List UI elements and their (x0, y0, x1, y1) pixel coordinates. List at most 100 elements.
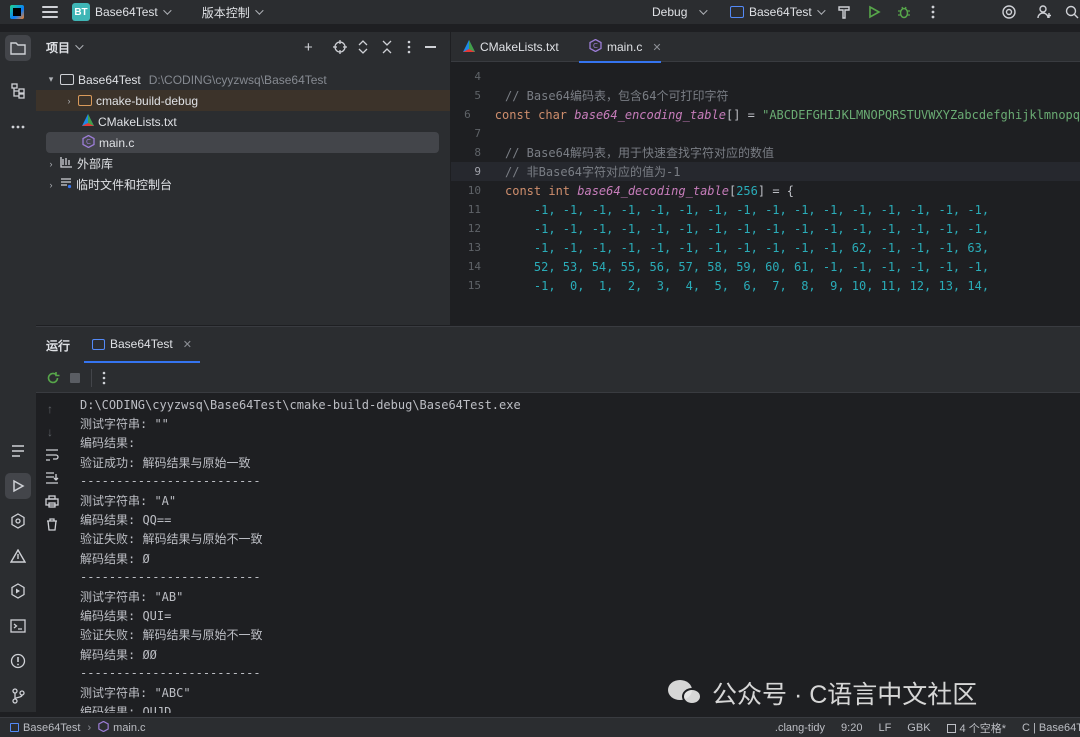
build-hammer-icon[interactable] (836, 4, 852, 20)
collapsed-arrow-icon[interactable]: › (46, 159, 56, 169)
soft-wrap-icon[interactable] (45, 449, 59, 464)
stop-icon[interactable] (70, 373, 80, 383)
tree-item-main-c[interactable]: C main.c (46, 132, 439, 153)
expand-all-icon[interactable] (358, 40, 368, 57)
search-icon[interactable] (1064, 4, 1080, 20)
module-icon (10, 723, 19, 732)
trash-icon[interactable] (46, 518, 58, 534)
caret-position[interactable]: 9:20 (841, 722, 862, 734)
run-tab[interactable]: Base64Test ✕ (84, 327, 200, 363)
code-line: 11 -1, -1, -1, -1, -1, -1, -1, -1, -1, -… (451, 200, 1080, 219)
project-badge[interactable]: BT (72, 3, 90, 21)
ai-assistant-icon[interactable] (1001, 4, 1017, 20)
code-line: 8 // Base64解码表，用于快速查找字符对应的数值 (451, 143, 1080, 162)
wechat-logo-icon (668, 678, 704, 708)
c-file-icon: C (589, 38, 602, 55)
new-file-icon[interactable]: + (304, 39, 313, 56)
run-target-selector[interactable]: Base64Test (730, 0, 826, 24)
git-branch-icon[interactable] (5, 683, 31, 709)
debug-services-icon[interactable] (5, 578, 31, 604)
console-output[interactable]: D:\CODING\cyyzwsq\Base64Test\cmake-build… (80, 394, 1080, 713)
build-config-selector[interactable]: Debug (652, 0, 709, 24)
console-line: 验证失败: 解码结果与原始不一致 (80, 628, 263, 643)
more-actions-icon[interactable] (102, 371, 106, 388)
run-tool-icon[interactable] (5, 473, 31, 499)
more-actions-icon[interactable] (925, 4, 941, 20)
locate-file-icon[interactable] (333, 40, 347, 57)
rerun-icon[interactable] (46, 371, 60, 388)
project-panel-title[interactable]: 项目 (46, 39, 70, 56)
tree-item-cmake-build-debug[interactable]: › cmake-build-debug (36, 90, 450, 111)
tree-item-label: 外部库 (77, 157, 114, 171)
options-icon[interactable] (407, 40, 411, 57)
line-number: 4 (474, 70, 481, 83)
code-area[interactable]: 4 5 // Base64编码表，包含64个可打印字符 6 const char b… (451, 65, 1080, 327)
line-number: 5 (474, 89, 481, 102)
console-line: ------------------------- (80, 474, 261, 489)
services-icon[interactable] (5, 508, 31, 534)
close-icon[interactable]: ✕ (183, 338, 192, 351)
scratches-icon (60, 177, 72, 192)
line-ending[interactable]: LF (878, 722, 891, 734)
problems-icon[interactable] (5, 648, 31, 674)
status-bar-widgets: .clang-tidy 9:20 LF GBK 4 个空格* C | Base6… (775, 718, 1080, 737)
watermark-text: 公众号 · C语言中文社区 (712, 681, 978, 709)
add-user-icon[interactable] (1037, 4, 1053, 20)
collapsed-arrow-icon[interactable]: › (46, 180, 56, 190)
console-line: 测试字符串: "AB" (80, 589, 184, 604)
code-comment: // 非Base64字符对应的值为-1 (505, 165, 681, 179)
file-encoding[interactable]: GBK (907, 722, 930, 734)
console-line: 解码结果: Ø (80, 551, 150, 566)
tree-item-label: cmake-build-debug (96, 93, 199, 108)
console-line: 编码结果: (80, 436, 143, 451)
expanded-arrow-icon[interactable]: ▾ (46, 74, 56, 85)
main-menu-icon[interactable] (42, 4, 58, 20)
project-tool-folder-icon[interactable] (5, 35, 31, 61)
tree-item-external-libraries[interactable]: › 外部库 (46, 153, 346, 174)
indent-setting[interactable]: 4 个空格* (960, 720, 1006, 736)
editor-tabs: CMakeLists.txt C main.c ✕ (451, 32, 1080, 63)
tree-root-row[interactable]: ▾ Base64Test D:\CODING\cyyzwsq\Base64Tes… (46, 69, 446, 90)
collapse-all-icon[interactable] (382, 40, 392, 57)
tab-main-c[interactable]: C main.c ✕ (579, 32, 662, 63)
run-play-icon[interactable] (866, 4, 882, 20)
hide-panel-icon[interactable] (425, 46, 436, 48)
collapsed-arrow-icon[interactable]: › (64, 96, 74, 106)
code-text: ] = { (757, 183, 795, 198)
structure-icon[interactable] (5, 78, 31, 104)
cmake-icon[interactable] (5, 543, 31, 569)
console-line: 编码结果: QUI= (80, 609, 172, 624)
language-context[interactable]: C | Base64T (1022, 722, 1080, 734)
todo-list-icon[interactable] (5, 438, 31, 464)
breadcrumb-project[interactable]: Base64Test (23, 722, 80, 734)
breadcrumb: Base64Test › main.c (10, 720, 146, 735)
tree-root-label: Base64Test (78, 72, 141, 87)
line-number: 6 (464, 108, 471, 121)
clang-tidy-status[interactable]: .clang-tidy (775, 722, 825, 734)
print-icon[interactable] (45, 495, 59, 511)
tree-item-cmakelists[interactable]: CMakeLists.txt (82, 111, 382, 132)
svg-text:C: C (593, 42, 598, 50)
more-tools-icon[interactable] (5, 114, 31, 140)
tree-item-scratches[interactable]: › 临时文件和控制台 (46, 174, 346, 195)
terminal-icon[interactable] (5, 613, 31, 639)
console-line: 编码结果: QQ== (80, 513, 172, 528)
line-number: 12 (467, 222, 481, 235)
breadcrumb-file[interactable]: main.c (113, 722, 145, 734)
code-keyword: const int (505, 183, 578, 198)
debug-bug-icon[interactable] (896, 4, 912, 20)
tab-cmakelists[interactable]: CMakeLists.txt (463, 32, 559, 62)
cmake-file-icon (463, 39, 475, 55)
project-switcher[interactable]: Base64Test (90, 0, 172, 24)
editor-panel: CMakeLists.txt C main.c ✕ 4 5 // Base64编码… (451, 32, 1080, 325)
chevron-down-icon[interactable] (75, 41, 84, 50)
close-icon[interactable]: ✕ (652, 41, 661, 54)
scroll-to-end-icon[interactable] (45, 472, 59, 487)
scroll-up-icon[interactable]: ↑ (47, 402, 53, 416)
line-number: 15 (467, 279, 481, 292)
library-icon (60, 156, 73, 171)
scroll-down-icon[interactable]: ↓ (47, 425, 53, 439)
line-number: 10 (467, 184, 481, 197)
vcs-menu[interactable]: 版本控制 (197, 0, 264, 24)
code-comment: // Base64编码表，包含64个可打印字符 (505, 89, 729, 103)
